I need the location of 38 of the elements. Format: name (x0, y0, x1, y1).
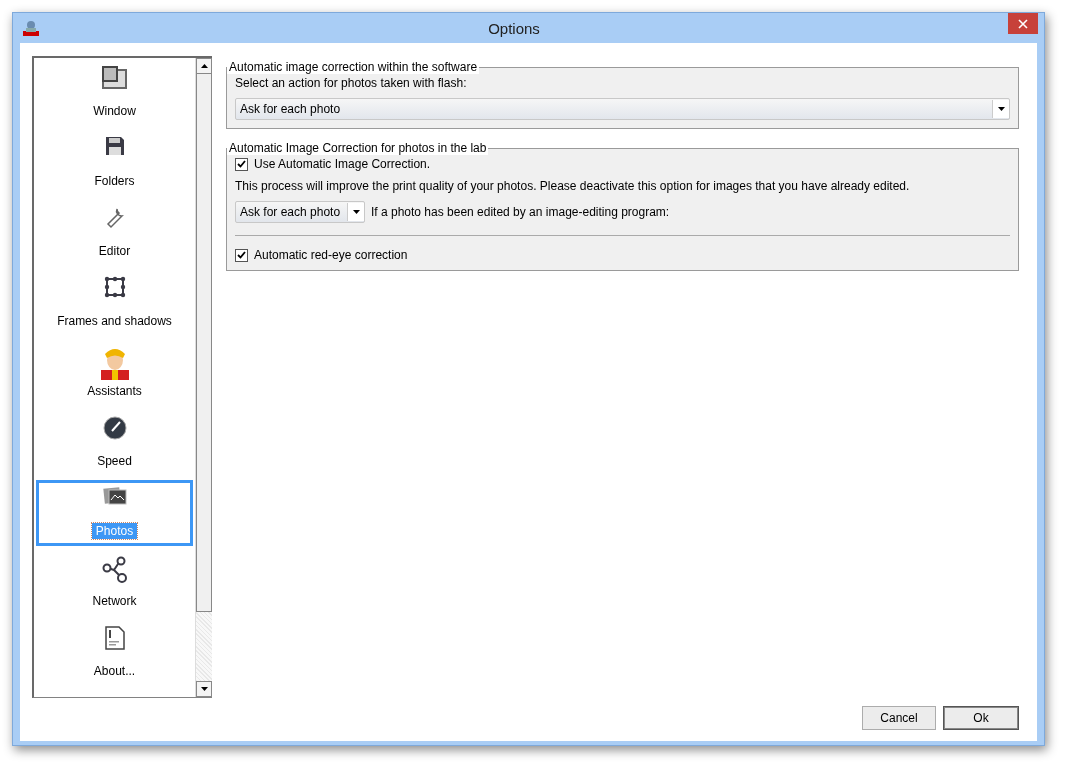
category-item[interactable]: Network (36, 550, 193, 616)
description-text: This process will improve the print quality of your photos. Please deactivate this option for images that you have already edited. (235, 179, 911, 193)
photos-icon (102, 486, 127, 506)
dropdown-label: If a photo has been edited by an image-editing program: (371, 205, 670, 219)
group-title: Automatic Image Correction for photos in the lab (227, 141, 489, 155)
category-item[interactable]: Folders (36, 130, 193, 196)
category-item[interactable]: Frames and shadows (36, 270, 193, 336)
window-icon (101, 66, 128, 90)
category-item[interactable]: Editor (36, 200, 193, 266)
category-item[interactable]: Window (36, 60, 193, 126)
person-icon (98, 346, 131, 380)
close-button[interactable] (1008, 13, 1038, 34)
checkmark-icon (237, 251, 246, 259)
category-item[interactable]: Speed (36, 410, 193, 476)
category-item[interactable]: Assistants (36, 340, 193, 406)
description-text: Select an action for photos taken with flash: (235, 76, 468, 90)
dialog-button[interactable]: Cancel (862, 706, 936, 730)
caret-icon (352, 210, 360, 214)
scroll-up-icon (200, 64, 208, 68)
category-item[interactable]: About... (36, 620, 193, 686)
network-icon (101, 556, 128, 584)
gauge-icon (102, 416, 127, 440)
close-icon (1018, 18, 1028, 29)
scrollbar[interactable] (195, 58, 212, 697)
app-icon (22, 19, 40, 37)
scrollbar-thumb[interactable] (196, 74, 212, 612)
caret-icon (997, 107, 1005, 111)
group-title: Automatic image correction within the software (227, 60, 480, 74)
checkbox[interactable]: Automatic red-eye correction (235, 248, 1010, 262)
checkmark-icon (237, 160, 246, 168)
dropdown[interactable]: Ask for each photo (235, 98, 1010, 120)
caret-icon (200, 687, 208, 691)
dialog-button[interactable]: Ok (943, 706, 1019, 730)
window-title: Options (487, 19, 541, 37)
checkbox[interactable]: Use Automatic Image Correction. (235, 157, 1010, 171)
dropdown[interactable]: Ask for each photo (235, 201, 365, 223)
frame-icon (103, 276, 126, 298)
document-icon (104, 626, 125, 650)
